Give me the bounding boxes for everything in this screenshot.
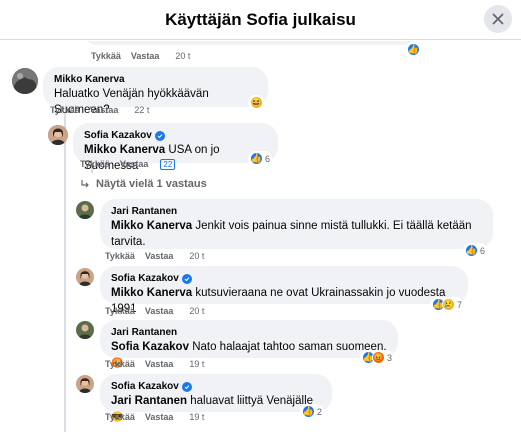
timestamp[interactable]: 20 t [189,251,204,261]
dialog-title: Käyttäjän Sofia julkaisu [165,10,356,29]
angry-reaction-icon: 😡 [372,351,385,364]
timestamp[interactable]: 22 [160,159,176,170]
comment-thread[interactable]: Tykkää Vastaa 20 t 👍 Mikko Kanerva Halua… [0,41,521,432]
reaction-summary[interactable]: 👍 😡 3 [360,350,395,365]
verified-badge-icon [181,273,192,284]
comment-bubble: Mikko Kanerva Haluatko Venäjän hyökkäävä… [43,67,268,116]
comment-bubble: Jari Rantanen Mikko Kanerva Jenkit vois … [100,199,493,249]
like-link[interactable]: Tykkää [50,105,80,115]
comment-actions: Tykkää Vastaa 19 t [105,412,204,422]
reaction-count: 6 [480,245,486,256]
close-button[interactable] [484,5,512,33]
comment-author[interactable]: Sofia Kazakov [111,380,179,393]
avatar[interactable] [76,375,94,393]
comment-actions: Tykkää Vastaa 22 [80,159,176,170]
comment-actions: Tykkää Vastaa 20 t [91,51,190,61]
like-reaction-icon: 👍 [302,405,315,418]
avatar[interactable] [76,321,94,339]
like-link[interactable]: Tykkää [105,412,135,422]
view-more-replies-label: Näytä vielä 1 vastaus [96,178,207,190]
reply-link[interactable]: Vastaa [145,359,174,369]
comment-author-row: Sofia Kazakov [111,380,321,393]
reply-link[interactable]: Vastaa [145,412,174,422]
close-icon [492,13,504,25]
mention-link[interactable]: Mikko Kanerva [84,144,165,156]
reply-link[interactable]: Vastaa [90,105,119,115]
reply-link[interactable]: Vastaa [120,159,149,170]
like-reaction-icon: 👍 [250,152,263,165]
avatar[interactable] [12,68,38,94]
reaction-summary[interactable]: 👍 6 [463,243,488,258]
like-link[interactable]: Tykkää [105,359,135,369]
like-reaction-icon: 👍 [465,244,478,257]
reply-link[interactable]: Vastaa [145,306,174,316]
avatar[interactable] [48,125,68,145]
comment-author-row: Sofia Kazakov [84,129,267,142]
reply-link[interactable]: Vastaa [131,51,160,61]
timestamp[interactable]: 22 t [134,105,149,115]
timestamp[interactable]: 19 t [189,359,204,369]
verified-badge-icon [154,130,165,141]
comment-author[interactable]: Jari Rantanen [111,205,482,218]
reaction-count: 3 [387,352,393,363]
comment-bubble: Sofia Kazakov Jari Rantanen haluavat lii… [100,374,332,423]
reaction-summary[interactable]: 👍 2 [300,404,325,419]
comment-body: haluavat liittyä Venäjälle [190,395,314,407]
thread-line [64,183,66,432]
reaction-count: 7 [457,299,463,310]
reaction-summary[interactable]: 👍 😢 7 [430,297,465,312]
like-link[interactable]: Tykkää [105,251,135,261]
reaction-count: 6 [265,153,271,164]
comment-author[interactable]: Sofia Kazakov [111,272,179,285]
avatar[interactable] [76,268,94,286]
comment-author[interactable]: Mikko Kanerva [54,73,257,86]
dialog-header: Käyttäjän Sofia julkaisu [0,0,521,40]
reply-arrow-icon [81,180,89,188]
haha-reaction-icon: 😆 [250,96,263,109]
view-more-replies-button[interactable]: Näytä vielä 1 vastaus [80,178,207,190]
reaction-summary[interactable]: 👍 [405,42,422,57]
sad-reaction-icon: 😢 [442,298,455,311]
timestamp[interactable]: 20 t [189,306,204,316]
mention-link[interactable]: Jari Rantanen [111,395,187,407]
thread-line [64,113,66,183]
verified-badge-icon [181,381,192,392]
reply-link[interactable]: Vastaa [145,251,174,261]
reaction-summary[interactable]: 😆 [248,95,265,110]
comment-author[interactable]: Jari Rantanen [111,326,387,339]
mention-link[interactable]: Mikko Kanerva [111,220,192,232]
mention-link[interactable]: Mikko Kanerva [111,287,192,299]
reaction-count: 2 [317,406,323,417]
like-link[interactable]: Tykkää [105,306,135,316]
comment-actions: Tykkää Vastaa 20 t [105,251,204,261]
like-link[interactable]: Tykkää [91,51,121,61]
comment-author[interactable]: Sofia Kazakov [84,129,152,142]
like-link[interactable]: Tykkää [80,159,110,170]
comment-bubble: Jari Rantanen Sofia Kazakov Nato halaaja… [100,320,398,369]
like-reaction-icon: 👍 [407,43,420,56]
comment-bubble: Sofia Kazakov Mikko Kanerva kutsuvieraan… [100,266,468,315]
avatar[interactable] [76,201,94,219]
comment-bubble-cut [86,41,416,45]
timestamp[interactable]: 20 t [175,51,190,61]
mention-link[interactable]: Sofia Kazakov [111,341,189,353]
timestamp[interactable]: 19 t [189,412,204,422]
comment-actions: Tykkää Vastaa 20 t [105,306,204,316]
comment-actions: Tykkää Vastaa 19 t [105,359,204,369]
comment-text: Mikko Kanerva Jenkit vois painua sinne m… [111,218,482,250]
comment-body: Nato halaajat tahtoo saman suomeen. [192,341,387,353]
reaction-summary[interactable]: 👍 6 [248,151,273,166]
comment-actions: Tykkää Vastaa 22 t [50,105,149,115]
comment-author-row: Sofia Kazakov [111,272,457,285]
